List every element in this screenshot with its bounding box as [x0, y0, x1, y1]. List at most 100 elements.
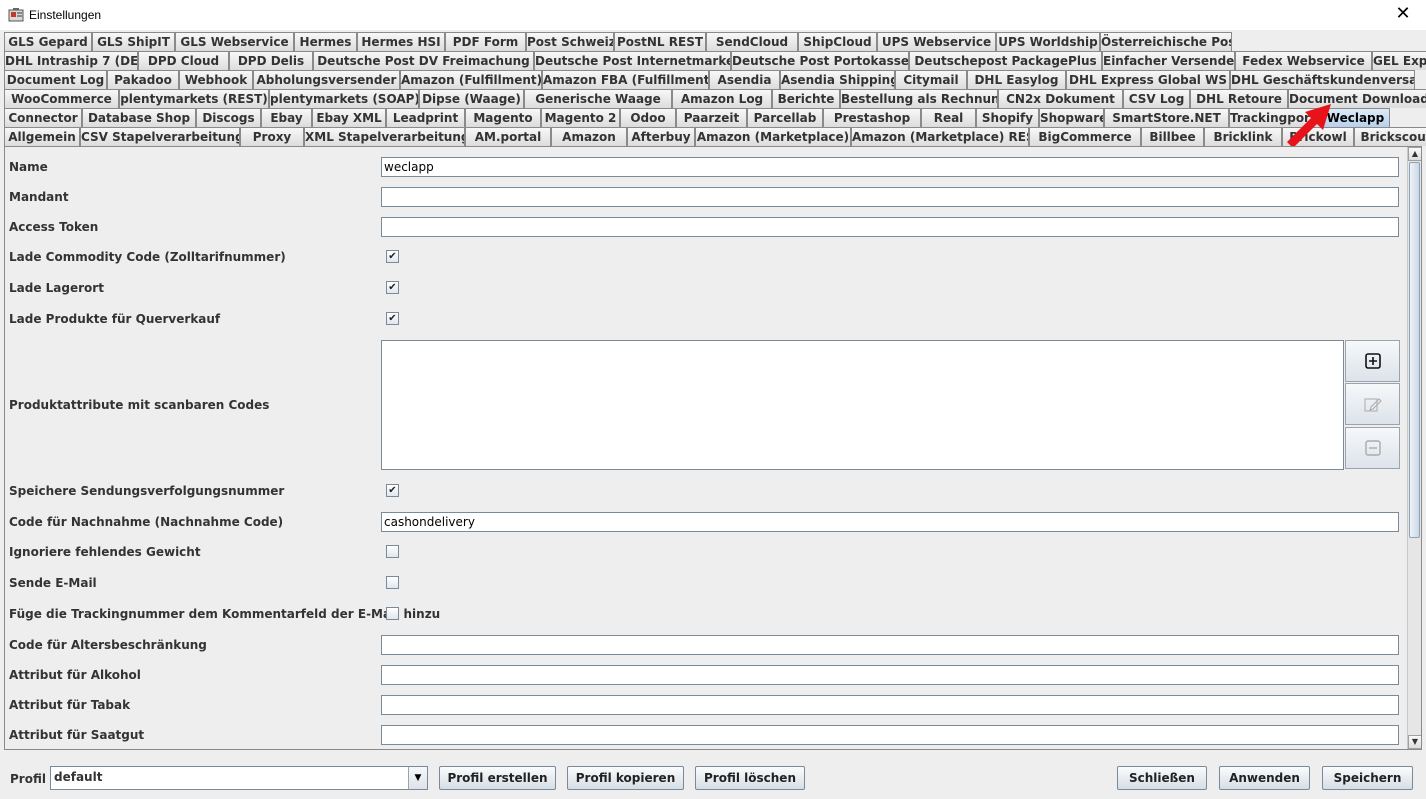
- email-checkbox[interactable]: [386, 576, 399, 589]
- tab-webhook[interactable]: Webhook: [179, 70, 253, 89]
- tab-österreichische-post[interactable]: Österreichische Post: [1100, 32, 1232, 51]
- tab-dhl-express-global-ws[interactable]: DHL Express Global WS: [1066, 70, 1230, 89]
- tab-generische-waage[interactable]: Generische Waage: [524, 89, 672, 108]
- tabak-input[interactable]: [381, 695, 1399, 715]
- tab-ups-worldship[interactable]: UPS Worldship: [996, 32, 1100, 51]
- gewicht-checkbox[interactable]: [386, 545, 399, 558]
- tab-paarzeit[interactable]: Paarzeit: [676, 108, 747, 127]
- tab-prestashop[interactable]: Prestashop: [823, 108, 921, 127]
- tab-gls-gepard[interactable]: GLS Gepard: [4, 32, 92, 51]
- tab-magento[interactable]: Magento: [465, 108, 541, 127]
- tab-postnl-rest[interactable]: PostNL REST: [614, 32, 706, 51]
- save-button[interactable]: Speichern: [1322, 766, 1413, 790]
- tab-dhl-easylog[interactable]: DHL Easylog: [967, 70, 1066, 89]
- lagerort-checkbox[interactable]: ✔: [386, 281, 399, 294]
- tab-amazon-fba-fulfillment[interactable]: Amazon FBA (Fulfillment): [542, 70, 709, 89]
- tab-fedex-webservice[interactable]: Fedex Webservice: [1235, 51, 1372, 70]
- tab-amazon-fulfillment[interactable]: Amazon (Fulfillment): [400, 70, 542, 89]
- tab-am-portal[interactable]: AM.portal: [465, 127, 551, 146]
- tab-parcellab[interactable]: Parcellab: [747, 108, 823, 127]
- create-profile-button[interactable]: Profil erstellen: [439, 766, 556, 790]
- tab-dhl-geschäftskundenversand[interactable]: DHL Geschäftskundenversand: [1230, 70, 1415, 89]
- scroll-thumb[interactable]: [1409, 162, 1420, 538]
- tab-asendia[interactable]: Asendia: [709, 70, 780, 89]
- tab-hermes-hsi[interactable]: Hermes HSI: [357, 32, 445, 51]
- vertical-scrollbar[interactable]: ▲ ▼: [1407, 147, 1421, 749]
- scroll-up-icon[interactable]: ▲: [1408, 147, 1421, 161]
- tab-afterbuy[interactable]: Afterbuy: [627, 127, 695, 146]
- tab-document-log[interactable]: Document Log: [4, 70, 107, 89]
- tab-csv-stapelverarbeitung[interactable]: CSV Stapelverarbeitung: [80, 127, 240, 146]
- tab-gel-express[interactable]: GEL Express: [1372, 51, 1426, 70]
- tab-einfacher-versender[interactable]: Einfacher Versender: [1102, 51, 1235, 70]
- profile-select[interactable]: default ▼: [50, 766, 428, 790]
- tab-sendcloud[interactable]: SendCloud: [706, 32, 798, 51]
- tab-csv-log[interactable]: CSV Log: [1123, 89, 1190, 108]
- add-button[interactable]: [1345, 340, 1400, 382]
- tab-smartstore-net[interactable]: SmartStore.NET: [1104, 108, 1229, 127]
- tab-connector[interactable]: Connector: [4, 108, 82, 127]
- tab-dhl-retoure[interactable]: DHL Retoure: [1190, 89, 1288, 108]
- tab-pakadoo[interactable]: Pakadoo: [107, 70, 179, 89]
- delete-profile-button[interactable]: Profil löschen: [695, 766, 805, 790]
- tab-discogs[interactable]: Discogs: [196, 108, 261, 127]
- tab-deutsche-post-portokasse[interactable]: Deutsche Post Portokasse: [731, 51, 909, 70]
- tab-proxy[interactable]: Proxy: [240, 127, 304, 146]
- querverkauf-checkbox[interactable]: ✔: [386, 312, 399, 325]
- tab-gls-shipit[interactable]: GLS ShipIT: [92, 32, 175, 51]
- tab-post-schweiz[interactable]: Post Schweiz: [526, 32, 614, 51]
- copy-profile-button[interactable]: Profil kopieren: [567, 766, 684, 790]
- tab-woocommerce[interactable]: WooCommerce: [4, 89, 119, 108]
- tab-amazon-marketplace-rest[interactable]: Amazon (Marketplace) REST: [851, 127, 1029, 146]
- mandant-input[interactable]: [381, 187, 1399, 207]
- tab-shopify[interactable]: Shopify: [976, 108, 1039, 127]
- tab-amazon[interactable]: Amazon: [551, 127, 627, 146]
- tab-deutsche-post-dv-freimachung[interactable]: Deutsche Post DV Freimachung: [313, 51, 534, 70]
- nachnahme-input[interactable]: cashondelivery: [381, 512, 1399, 532]
- alters-input[interactable]: [381, 635, 1399, 655]
- tab-leadprint[interactable]: Leadprint: [386, 108, 465, 127]
- tab-deutschepost-packageplus[interactable]: Deutschepost PackagePlus: [909, 51, 1102, 70]
- tab-brickscout[interactable]: Brickscout: [1354, 127, 1426, 146]
- tab-real[interactable]: Real: [921, 108, 976, 127]
- tab-dhl-intraship-7-de[interactable]: DHL Intraship 7 (DE): [4, 51, 138, 70]
- tab-citymail[interactable]: Citymail: [895, 70, 967, 89]
- tab-gls-webservice[interactable]: GLS Webservice: [175, 32, 294, 51]
- tab-database-shop[interactable]: Database Shop: [82, 108, 196, 127]
- tab-bricklink[interactable]: Bricklink: [1204, 127, 1282, 146]
- tab-hermes[interactable]: Hermes: [294, 32, 357, 51]
- tab-cn2x-dokument[interactable]: CN2x Dokument: [998, 89, 1123, 108]
- tab-shipcloud[interactable]: ShipCloud: [798, 32, 877, 51]
- tab-magento-2[interactable]: Magento 2: [541, 108, 620, 127]
- access-token-input[interactable]: [381, 217, 1399, 237]
- tab-asendia-shipping[interactable]: Asendia Shipping: [780, 70, 895, 89]
- chevron-down-icon[interactable]: ▼: [408, 767, 427, 789]
- close-button[interactable]: Schließen: [1117, 766, 1207, 790]
- saatgut-input[interactable]: [381, 725, 1399, 745]
- tab-ups-webservice[interactable]: UPS Webservice: [877, 32, 996, 51]
- produktattribute-list[interactable]: [381, 340, 1344, 470]
- remove-button[interactable]: [1345, 427, 1400, 469]
- tab-plentymarkets-rest[interactable]: plentymarkets (REST): [119, 89, 269, 108]
- tracking-kommentar-checkbox[interactable]: [386, 607, 399, 620]
- tab-plentymarkets-soap[interactable]: plentymarkets (SOAP): [269, 89, 419, 108]
- sendungsnummer-checkbox[interactable]: ✔: [386, 484, 399, 497]
- tab-allgemein[interactable]: Allgemein: [4, 127, 80, 146]
- tab-ebay-xml[interactable]: Ebay XML: [312, 108, 386, 127]
- commodity-checkbox[interactable]: ✔: [386, 250, 399, 263]
- tab-deutsche-post-internetmarke[interactable]: Deutsche Post Internetmarke: [534, 51, 731, 70]
- tab-xml-stapelverarbeitung[interactable]: XML Stapelverarbeitung: [304, 127, 465, 146]
- scroll-down-icon[interactable]: ▼: [1408, 735, 1421, 749]
- close-icon[interactable]: ✕: [1380, 0, 1426, 30]
- tab-amazon-log[interactable]: Amazon Log: [672, 89, 772, 108]
- tab-pdf-form[interactable]: PDF Form: [445, 32, 526, 51]
- tab-dpd-delis[interactable]: DPD Delis: [229, 51, 313, 70]
- alkohol-input[interactable]: [381, 665, 1399, 685]
- apply-button[interactable]: Anwenden: [1219, 766, 1310, 790]
- tab-bigcommerce[interactable]: BigCommerce: [1029, 127, 1141, 146]
- tab-billbee[interactable]: Billbee: [1141, 127, 1204, 146]
- tab-ebay[interactable]: Ebay: [261, 108, 312, 127]
- tab-abholungsversender[interactable]: Abholungsversender: [253, 70, 400, 89]
- tab-bestellung-als-rechnung[interactable]: Bestellung als Rechnung: [840, 89, 998, 108]
- tab-odoo[interactable]: Odoo: [620, 108, 676, 127]
